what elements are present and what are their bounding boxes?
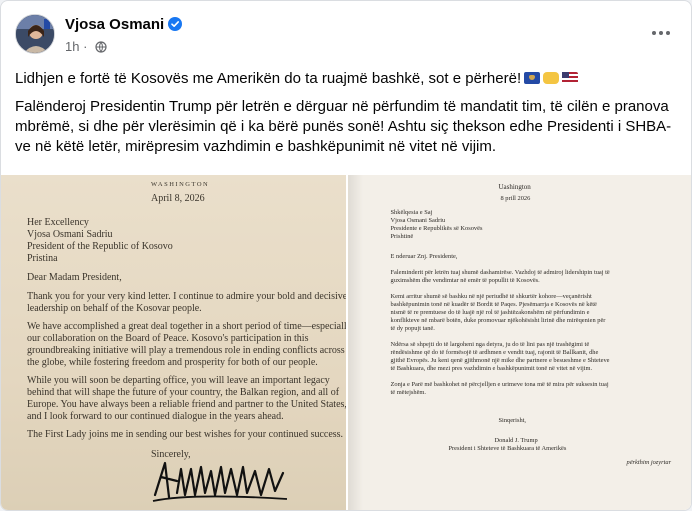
avatar[interactable]: [15, 14, 55, 54]
verified-badge-icon: [168, 17, 183, 31]
post-text: Lidhjen e fortë të Kosovës me Amerikën d…: [15, 69, 679, 165]
letter-salutation: E nderuar Znj. Presidente,: [390, 253, 458, 260]
letter-line: behind that will shape the future of you…: [27, 387, 340, 398]
letter-closing: Sinqerisht,: [498, 417, 527, 424]
letter-line: The First Lady joins me in sending our b…: [27, 429, 344, 440]
post-images: WASHINGTON April 8, 2026 Her Excellency …: [1, 175, 691, 510]
author-name-label[interactable]: Vjosa Osmani: [65, 16, 164, 33]
letter-address: Vjosa Osmani Sadriu: [390, 217, 446, 224]
letter-address: Vjosa Osmani Sadriu: [27, 229, 113, 240]
letter-line: Europe. You have always been a reliable …: [27, 399, 346, 410]
post-text-para2: Falënderoj Presidentin Trump për letrën …: [15, 98, 672, 155]
letter-line: të mëtejshëm.: [390, 389, 427, 396]
letterhead: WASHINGTON: [151, 181, 210, 188]
letter-line: Thank you for your very kind letter. I c…: [27, 291, 346, 302]
post-meta: 1h ·: [65, 38, 107, 54]
signature-image: [152, 461, 288, 502]
letter-address: Pristina: [27, 253, 58, 264]
us-flag-icon: [562, 72, 579, 84]
letter-line: our collaboration on the Board of Peace.…: [27, 333, 309, 344]
letter-date: 8 prill 2026: [500, 195, 531, 202]
letter-address: Shkëlqesia e Saj: [390, 209, 433, 216]
letter-line: Kemi arritur shumë së bashku në një peri…: [390, 293, 592, 300]
letter-address: President of the Republic of Kosovo: [27, 241, 173, 252]
post-text-line1: Lidhjen e fortë të Kosovës me Amerikën d…: [15, 69, 679, 89]
letter-line: Ndërsa së shpejti do të largoheni nga de…: [390, 341, 590, 348]
letter-line: nismë të re premtuese do të luajë një ro…: [390, 309, 590, 316]
letter-line: We have accomplished a great deal togeth…: [27, 321, 346, 332]
letter-signer-title: President i Shteteve të Bashkuara të Ame…: [448, 445, 567, 452]
letter-line: rëndësishme që do të formësojë të ardhme…: [390, 349, 599, 356]
letter-image-albanian[interactable]: Uashington 8 prill 2026 Shkëlqesia e Saj…: [347, 175, 691, 510]
post-header: Vjosa Osmani 1h ·: [15, 13, 677, 59]
letter-address: Presidente e Republikës së Kosovës: [390, 225, 483, 232]
letter-line: gjithë Evropës. Ju keni qenë gjithmonë n…: [390, 357, 610, 364]
letter-address: Prishtinë: [390, 233, 414, 240]
letter-line: leadership on behalf of the Kosovar peop…: [27, 303, 202, 314]
letter-line: të dy popujt tanë.: [390, 325, 435, 332]
letterhead: Uashington: [498, 183, 531, 191]
letter-address: Her Excellency: [27, 217, 89, 228]
letter-date: April 8, 2026: [151, 193, 205, 204]
letter-line: Zonja e Parë më bashkohet në përcjelljen…: [390, 381, 609, 388]
letter-line: bashkëpunimin tonë në kuadër të Bordit t…: [390, 301, 597, 308]
author-name[interactable]: Vjosa Osmani: [65, 16, 183, 33]
letter-line: and I look forward to our continued dial…: [27, 411, 284, 422]
letter-line: While you will soon be departing office,…: [27, 375, 330, 386]
letter-signer: Donald J. Trump: [494, 437, 538, 444]
handshake-icon: [543, 72, 560, 84]
translation-note: përkthim jozyrtar: [626, 459, 672, 466]
letter-line: Faleminderit për letrën tuaj shumë dasha…: [390, 269, 610, 276]
letter-line: the globe, while fostering freedom and p…: [27, 357, 318, 368]
globe-icon[interactable]: [95, 40, 107, 53]
more-options-icon[interactable]: [647, 19, 675, 47]
post-card: Vjosa Osmani 1h · Lidhjen e fortë të Kos…: [0, 0, 692, 511]
letter-line: të Bashkuara, dhe mezi pres vazhdimin e …: [390, 365, 593, 372]
letter-line: groundbreaking initiative will play a tr…: [27, 345, 345, 356]
letter-line: konflikteve në mbarë botën, duke promovu…: [390, 317, 606, 324]
kosovo-flag-icon: [524, 72, 541, 84]
letter-image-english[interactable]: WASHINGTON April 8, 2026 Her Excellency …: [1, 175, 346, 510]
letter-salutation: Dear Madam President,: [27, 272, 122, 283]
letter-line: guximshëm dhe vendimtar në emër të popul…: [390, 277, 540, 284]
post-time[interactable]: 1h: [65, 39, 79, 54]
